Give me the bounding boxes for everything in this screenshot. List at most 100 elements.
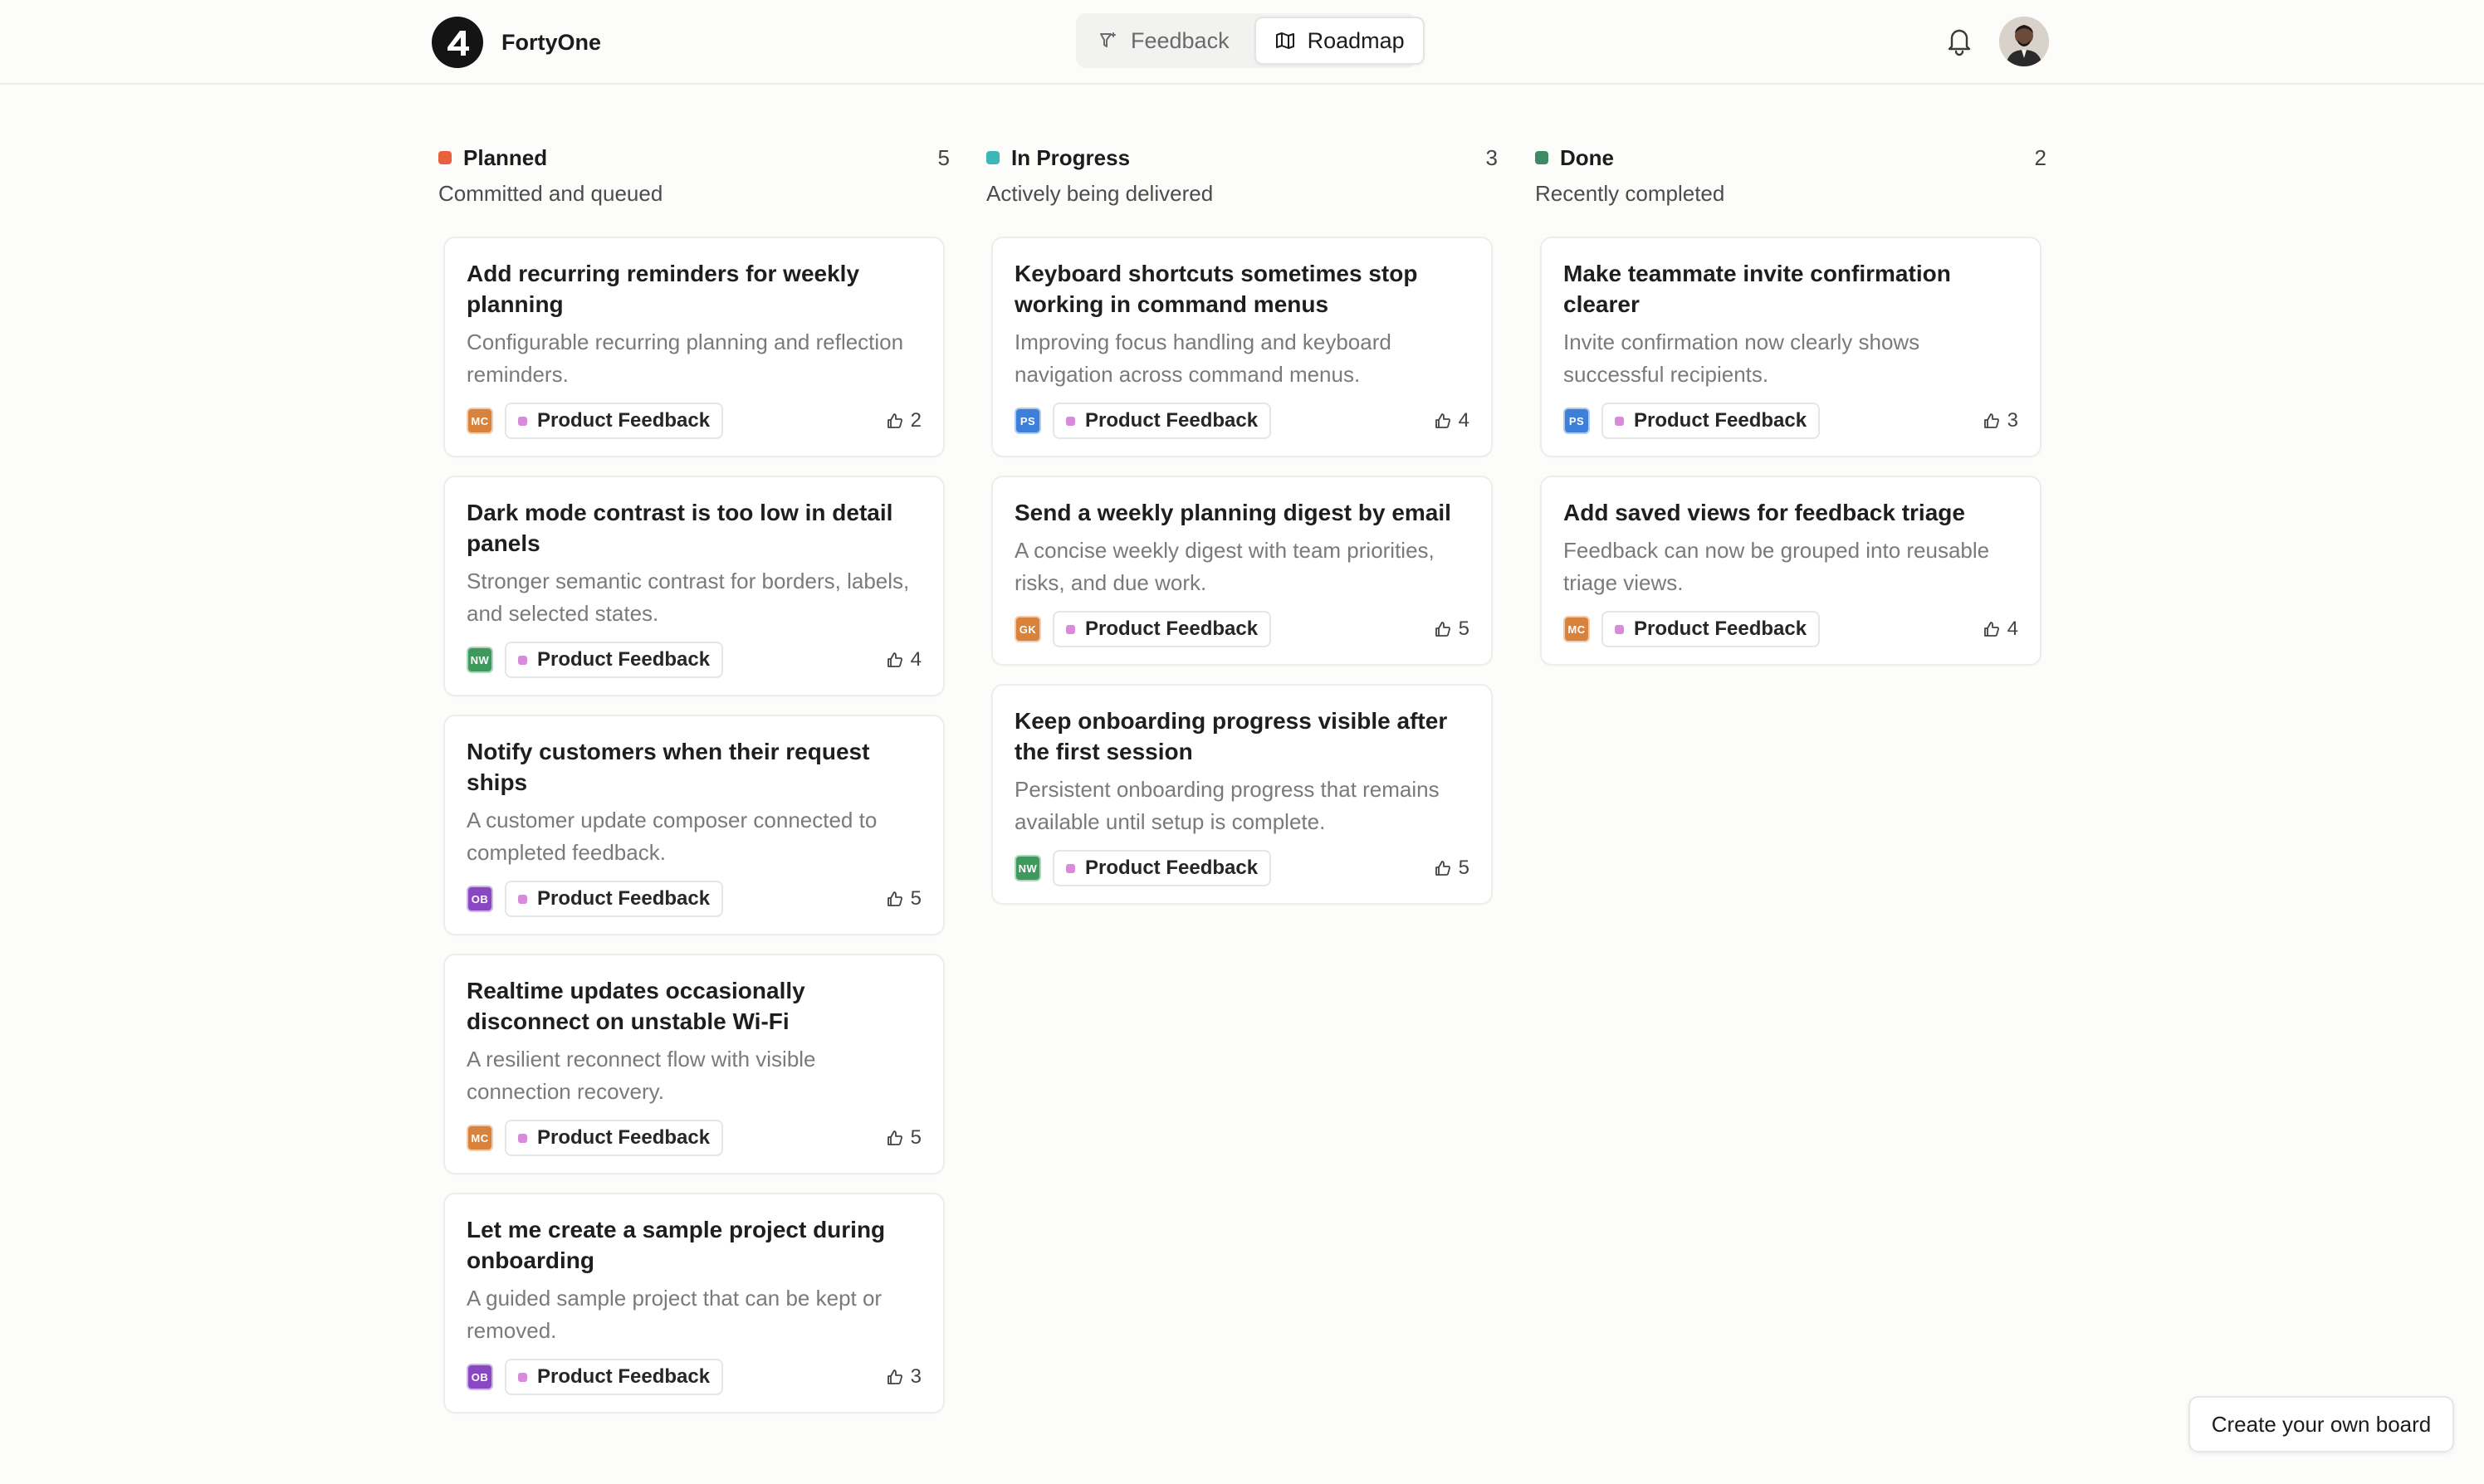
label-tag: Product Feedback (505, 1359, 724, 1395)
card-description: Feedback can now be grouped into reusabl… (1563, 538, 1990, 595)
vote-number: 3 (910, 1365, 922, 1388)
label-tag: Product Feedback (505, 642, 724, 678)
card-title: Notify customers when their request ship… (467, 739, 870, 795)
vote-count[interactable]: 5 (1434, 618, 1469, 641)
column-subtitle: Committed and queued (438, 181, 663, 206)
vote-count[interactable]: 4 (1983, 618, 2018, 641)
tab-roadmap-label: Roadmap (1307, 27, 1405, 53)
assignee-avatar: NW (1015, 855, 1041, 881)
label-tag: Product Feedback (1053, 611, 1272, 647)
vote-number: 4 (910, 648, 922, 671)
column-title: Planned (463, 144, 548, 170)
funnel-sparkle-icon (1100, 32, 1116, 47)
card-description: Improving focus handling and keyboard na… (1015, 330, 1391, 387)
assignee-avatar: NW (467, 647, 493, 673)
column-done: Done 2 Recently completed Make teammate … (1535, 141, 2046, 684)
thumbs-up-icon (887, 891, 902, 906)
top-navigation-bar: FortyOne Feedback Roadmap (0, 0, 2484, 85)
card-description: A resilient reconnect flow with visible … (467, 1047, 816, 1104)
roadmap-card[interactable]: Let me create a sample project during on… (443, 1193, 945, 1413)
card-description: Invite confirmation now clearly shows su… (1563, 330, 1920, 387)
assignee-avatar: MC (467, 408, 493, 434)
card-title: Realtime updates occasionally disconnect… (467, 978, 805, 1034)
vote-number: 5 (1458, 857, 1469, 879)
card-description: Configurable recurring planning and refl… (467, 330, 904, 387)
map-icon (1275, 32, 1294, 49)
roadmap-card[interactable]: Notify customers when their request ship… (443, 715, 945, 935)
label-tag: Product Feedback (1601, 403, 1821, 439)
vote-count[interactable]: 5 (1434, 857, 1469, 880)
thumbs-up-icon (887, 652, 902, 667)
column-title: Done (1560, 144, 1614, 170)
thumbs-up-icon (887, 413, 902, 428)
tab-roadmap[interactable]: Roadmap (1254, 17, 1425, 65)
vote-number: 3 (2007, 409, 2018, 432)
thumbs-up-icon (1983, 622, 1999, 637)
card-title: Add saved views for feedback triage (1563, 500, 1965, 525)
column-in-progress: In Progress 3 Actively being delivered K… (986, 141, 1498, 923)
thumbs-up-icon (1435, 622, 1450, 637)
status-dot-done (1535, 151, 1548, 164)
vote-number: 4 (2007, 618, 2018, 640)
roadmap-card[interactable]: Realtime updates occasionally disconnect… (443, 954, 945, 1174)
vote-count[interactable]: 5 (886, 887, 922, 910)
card-title: Keep onboarding progress visible after t… (1015, 708, 1448, 764)
tab-feedback[interactable]: Feedback (1079, 17, 1248, 65)
label-tag: Product Feedback (1601, 611, 1821, 647)
label-tag: Product Feedback (505, 881, 724, 917)
column-title: In Progress (1011, 144, 1131, 170)
tag-label: Product Feedback (1085, 857, 1259, 879)
roadmap-card[interactable]: Dark mode contrast is too low in detail … (443, 476, 945, 696)
tag-label: Product Feedback (537, 887, 711, 910)
create-board-button[interactable]: Create your own board (2188, 1396, 2454, 1452)
label-tag: Product Feedback (505, 1120, 724, 1156)
thumbs-up-icon (1983, 413, 1999, 428)
column-planned: Planned 5 Committed and queued Add recur… (438, 141, 950, 1432)
vote-count[interactable]: 5 (886, 1126, 922, 1150)
label-tag: Product Feedback (1053, 850, 1272, 886)
card-description: Persistent onboarding progress that rema… (1015, 777, 1440, 834)
roadmap-card[interactable]: Add recurring reminders for weekly plann… (443, 237, 945, 457)
brand[interactable]: FortyOne (432, 17, 601, 68)
roadmap-card[interactable]: Keep onboarding progress visible after t… (991, 684, 1493, 905)
roadmap-card[interactable]: Send a weekly planning digest by email A… (991, 476, 1493, 666)
thumbs-up-icon (1435, 861, 1450, 876)
vote-count[interactable]: 3 (1983, 409, 2018, 432)
column-count: 5 (937, 144, 950, 170)
vote-number: 5 (1458, 618, 1469, 640)
thumbs-up-icon (887, 1130, 902, 1145)
card-description: A guided sample project that can be kept… (467, 1286, 883, 1343)
roadmap-card[interactable]: Make teammate invite confirmation cleare… (1540, 237, 2041, 457)
tab-feedback-label: Feedback (1131, 27, 1230, 53)
fortyone-logo-icon (432, 17, 483, 68)
card-description: Stronger semantic contrast for borders, … (467, 569, 910, 626)
vote-count[interactable]: 4 (1434, 409, 1469, 432)
assignee-avatar: MC (1563, 616, 1590, 642)
card-title: Add recurring reminders for weekly plann… (467, 261, 860, 317)
roadmap-card[interactable]: Add saved views for feedback triage Feed… (1540, 476, 2041, 666)
assignee-avatar: PS (1563, 408, 1590, 434)
tag-label: Product Feedback (537, 648, 711, 671)
app-name: FortyOne (501, 29, 602, 55)
card-description: A customer update composer connected to … (467, 808, 878, 865)
vote-count[interactable]: 3 (886, 1365, 922, 1389)
tag-label: Product Feedback (537, 1126, 711, 1149)
assignee-avatar: MC (467, 1125, 493, 1151)
assignee-avatar: PS (1015, 408, 1041, 434)
column-count: 3 (1485, 144, 1498, 170)
assignee-avatar: OB (467, 886, 493, 912)
tag-label: Product Feedback (1634, 409, 1807, 432)
column-count: 2 (2034, 144, 2046, 170)
roadmap-card[interactable]: Keyboard shortcuts sometimes stop workin… (991, 237, 1493, 457)
tag-label: Product Feedback (537, 409, 711, 432)
tag-label: Product Feedback (1085, 409, 1259, 432)
vote-count[interactable]: 2 (886, 409, 922, 432)
card-title: Send a weekly planning digest by email (1015, 500, 1451, 525)
user-avatar[interactable] (1999, 17, 2049, 66)
status-dot-planned (438, 151, 452, 164)
thumbs-up-icon (887, 1369, 902, 1384)
vote-number: 2 (910, 409, 922, 432)
vote-count[interactable]: 4 (886, 648, 922, 671)
tag-label: Product Feedback (1085, 618, 1259, 640)
notifications-bell-icon[interactable] (1944, 25, 1974, 61)
